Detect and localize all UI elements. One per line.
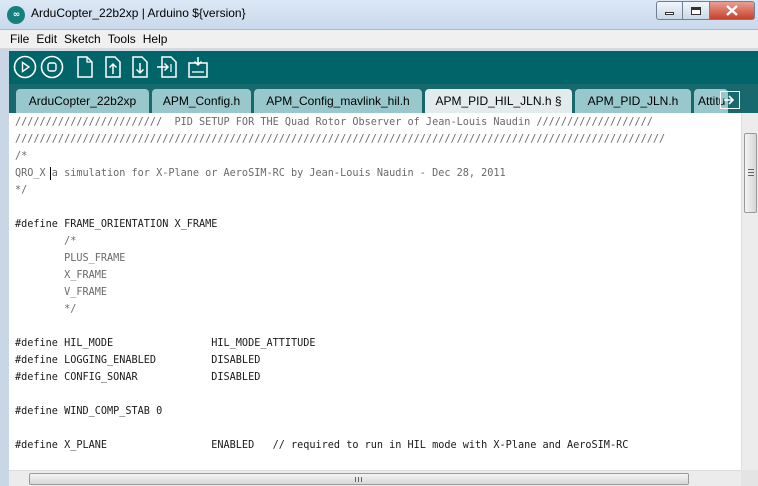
vertical-scroll-thumb[interactable] [744, 133, 757, 213]
text-cursor [50, 167, 51, 180]
tab-label: APM_PID_JLN.h [587, 94, 679, 108]
tab-menu-arrow-icon [724, 95, 735, 105]
tab-label: APM_Config.h [162, 94, 241, 108]
window-frame-left [0, 49, 9, 486]
tab-label: ArduCopter_22b2xp [28, 94, 137, 108]
code-line: //////////////////////// PID SETUP FOR T… [15, 117, 653, 128]
upload-button[interactable] [155, 55, 179, 79]
grip-line [361, 477, 362, 482]
new-button[interactable] [73, 55, 97, 79]
grip-line [355, 477, 356, 482]
close-button[interactable] [710, 1, 755, 20]
grip-line [748, 175, 754, 176]
code-line: X_FRAME [15, 270, 108, 281]
code-line: */ [15, 185, 28, 196]
scrollbar-corner [741, 470, 758, 486]
open-icon [105, 56, 121, 78]
title-bar: ∞ ArduCopter_22b2xp | Arduino ${version} [0, 0, 758, 30]
code-line: /* [15, 151, 28, 162]
grip-line [748, 172, 754, 173]
menu-help[interactable]: Help [143, 32, 168, 46]
menu-sketch[interactable]: Sketch [64, 32, 101, 46]
grip-line [748, 169, 754, 170]
upload-icon [157, 56, 177, 78]
menu-tools[interactable]: Tools [108, 32, 136, 46]
code-line: #define WIND_COMP_STAB 0 [15, 406, 163, 417]
horizontal-scrollbar[interactable] [9, 470, 741, 486]
tab-menu-button[interactable] [720, 91, 740, 109]
code-line: */ [15, 304, 77, 315]
verify-button[interactable] [13, 55, 37, 79]
menu-bar: File Edit Sketch Tools Help [0, 30, 758, 49]
code-editor[interactable]: //////////////////////// PID SETUP FOR T… [9, 113, 741, 470]
code-line: V_FRAME [15, 287, 108, 298]
stop-icon [40, 55, 64, 79]
code-line: ////////////////////////////////////////… [15, 134, 666, 145]
code-line: #define CONFIG_SONAR DISABLED [15, 372, 261, 383]
toolbar [9, 51, 758, 84]
arduino-infinity-icon: ∞ [7, 6, 25, 24]
tab-apm-config-mavlink-hil[interactable]: APM_Config_mavlink_hil.h [254, 89, 422, 113]
tab-label: APM_Config_mavlink_hil.h [266, 94, 410, 108]
close-icon [726, 5, 738, 16]
tab-apm-pid-hil-jln[interactable]: APM_PID_HIL_JLN.h § [425, 89, 572, 113]
tab-arducopter[interactable]: ArduCopter_22b2xp [16, 89, 149, 113]
tab-label: APM_PID_HIL_JLN.h § [435, 94, 562, 108]
verify-icon [13, 55, 37, 79]
code-line: QRO_X a simulation for X-Plane or AeroSI… [15, 168, 506, 179]
tab-apm-config[interactable]: APM_Config.h [152, 89, 251, 113]
horizontal-scroll-thumb[interactable] [29, 473, 689, 485]
serial-monitor-icon [188, 57, 208, 78]
window-controls [656, 1, 755, 21]
grip-line [358, 477, 359, 482]
tab-apm-pid-jln[interactable]: APM_PID_JLN.h [575, 89, 691, 113]
code-line: #define FRAME_ORIENTATION X_FRAME [15, 219, 218, 230]
vertical-scrollbar[interactable] [741, 113, 758, 470]
code-line: #define LOGGING_ENABLED DISABLED [15, 355, 261, 366]
minimize-button[interactable] [656, 1, 683, 20]
code-line: /* [15, 236, 77, 247]
save-button[interactable] [128, 55, 152, 79]
new-icon [77, 56, 93, 78]
window-title: ArduCopter_22b2xp | Arduino ${version} [31, 6, 246, 20]
minimize-icon [665, 12, 674, 15]
menu-edit[interactable]: Edit [36, 32, 57, 46]
maximize-button[interactable] [683, 1, 710, 20]
stop-button[interactable] [40, 55, 64, 79]
open-button[interactable] [101, 55, 125, 79]
code-line: #define HIL_MODE HIL_MODE_ATTITUDE [15, 338, 316, 349]
code-line: #define X_PLANE ENABLED // required to r… [15, 440, 629, 451]
code-line: PLUS_FRAME [15, 253, 126, 264]
tab-strip: ArduCopter_22b2xp APM_Config.h APM_Confi… [9, 84, 758, 113]
save-icon [132, 56, 148, 78]
maximize-icon [691, 6, 701, 15]
menu-file[interactable]: File [10, 32, 29, 46]
serial-monitor-button[interactable] [186, 55, 210, 79]
